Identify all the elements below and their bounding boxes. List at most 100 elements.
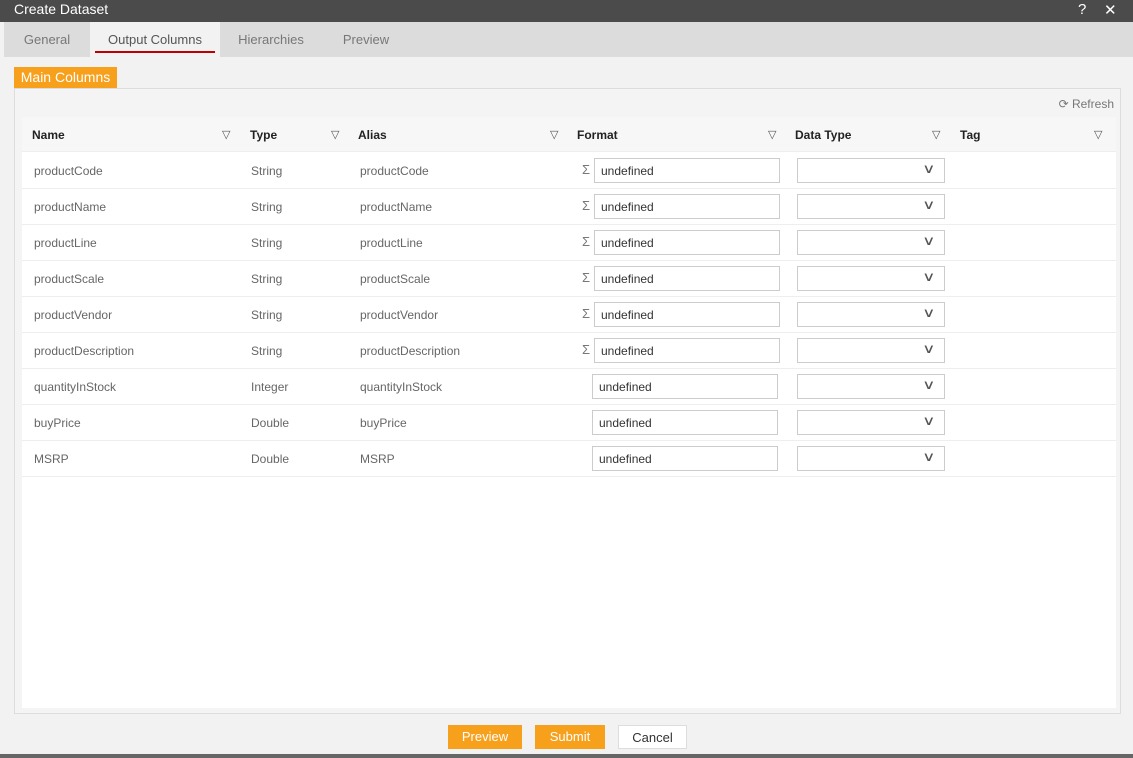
header-name: Name bbox=[32, 128, 65, 142]
data-type-select[interactable]: ∨ bbox=[797, 266, 945, 291]
data-type-select[interactable]: ∨ bbox=[797, 194, 945, 219]
data-type-select[interactable]: ∨ bbox=[797, 158, 945, 183]
column-type: Integer bbox=[251, 380, 289, 394]
sigma-icon[interactable]: Σ bbox=[582, 162, 590, 177]
format-input[interactable] bbox=[594, 194, 780, 219]
columns-table: Name ▽ Type ▽ Alias ▽ Format ▽ Data Type… bbox=[22, 117, 1116, 708]
column-alias: MSRP bbox=[360, 452, 395, 466]
help-icon[interactable]: ? bbox=[1078, 1, 1086, 18]
column-type: String bbox=[251, 236, 283, 250]
sigma-icon[interactable]: Σ bbox=[582, 198, 590, 213]
column-name: productVendor bbox=[34, 308, 113, 322]
preview-button[interactable]: Preview bbox=[448, 725, 522, 749]
column-alias: productVendor bbox=[360, 308, 439, 322]
main-columns-tab[interactable]: Main Columns bbox=[14, 67, 117, 88]
table-row: productName String productName Σ ∨ bbox=[22, 189, 1116, 225]
column-alias: productDescription bbox=[360, 344, 461, 358]
column-alias: productLine bbox=[360, 236, 423, 250]
column-name: productScale bbox=[34, 272, 105, 286]
filter-icon[interactable]: ▽ bbox=[222, 128, 230, 141]
filter-icon[interactable]: ▽ bbox=[1094, 128, 1102, 141]
column-type: String bbox=[251, 200, 283, 214]
column-type: String bbox=[251, 164, 283, 178]
chevron-down-icon: ∨ bbox=[922, 197, 936, 212]
header-format: Format bbox=[577, 128, 618, 142]
column-alias: productScale bbox=[360, 272, 431, 286]
chevron-down-icon: ∨ bbox=[922, 341, 936, 356]
table-row: quantityInStock Integer quantityInStock … bbox=[22, 369, 1116, 405]
data-type-select[interactable]: ∨ bbox=[797, 374, 945, 399]
table-row: MSRP Double MSRP ∨ bbox=[22, 441, 1116, 477]
header-type: Type bbox=[250, 128, 278, 142]
column-name: MSRP bbox=[34, 452, 69, 466]
column-name: productDescription bbox=[34, 344, 135, 358]
header-tag: Tag bbox=[960, 128, 981, 142]
close-icon[interactable]: ✕ bbox=[1104, 1, 1117, 19]
table-row: productVendor String productVendor Σ ∨ bbox=[22, 297, 1116, 333]
columns-panel: ⟳ Refresh Name ▽ Type ▽ Alias ▽ Format ▽… bbox=[14, 88, 1121, 714]
format-input[interactable] bbox=[594, 158, 780, 183]
tab-hierarchies[interactable]: Hierarchies bbox=[220, 22, 322, 57]
table-row: productScale String productScale Σ ∨ bbox=[22, 261, 1116, 297]
data-type-select[interactable]: ∨ bbox=[797, 338, 945, 363]
window-title: Create Dataset bbox=[14, 1, 109, 17]
table-row: productLine String productLine Σ ∨ bbox=[22, 225, 1116, 261]
filter-icon[interactable]: ▽ bbox=[331, 128, 339, 141]
sigma-icon[interactable]: Σ bbox=[582, 234, 590, 249]
bottom-edge bbox=[0, 754, 1133, 758]
tab-general[interactable]: General bbox=[4, 22, 90, 57]
column-type: String bbox=[251, 272, 283, 286]
tab-bar: General Output Columns Hierarchies Previ… bbox=[4, 22, 1133, 57]
tab-output-columns[interactable]: Output Columns bbox=[90, 22, 220, 57]
chevron-down-icon: ∨ bbox=[922, 377, 936, 392]
refresh-button[interactable]: ⟳ Refresh bbox=[1059, 97, 1114, 111]
submit-button[interactable]: Submit bbox=[535, 725, 605, 749]
filter-icon[interactable]: ▽ bbox=[768, 128, 776, 141]
data-type-select[interactable]: ∨ bbox=[797, 230, 945, 255]
column-name: productCode bbox=[34, 164, 103, 178]
format-input[interactable] bbox=[592, 410, 778, 435]
tab-preview[interactable]: Preview bbox=[322, 22, 410, 57]
column-type: Double bbox=[251, 452, 290, 466]
sigma-icon[interactable]: Σ bbox=[582, 306, 590, 321]
chevron-down-icon: ∨ bbox=[922, 269, 936, 284]
format-input[interactable] bbox=[594, 230, 780, 255]
data-type-select[interactable]: ∨ bbox=[797, 302, 945, 327]
column-name: quantityInStock bbox=[34, 380, 117, 394]
column-alias: buyPrice bbox=[360, 416, 407, 430]
format-input[interactable] bbox=[594, 302, 780, 327]
data-type-select[interactable]: ∨ bbox=[797, 446, 945, 471]
table-row: productCode String productCode Σ ∨ bbox=[22, 153, 1116, 189]
chevron-down-icon: ∨ bbox=[922, 305, 936, 320]
filter-icon[interactable]: ▽ bbox=[550, 128, 558, 141]
column-name: productName bbox=[34, 200, 107, 214]
column-type: String bbox=[251, 308, 283, 322]
column-name: buyPrice bbox=[34, 416, 81, 430]
column-type: Double bbox=[251, 416, 290, 430]
format-input[interactable] bbox=[594, 266, 780, 291]
column-alias: quantityInStock bbox=[360, 380, 443, 394]
refresh-icon: ⟳ bbox=[1058, 97, 1069, 111]
column-alias: productName bbox=[360, 200, 433, 214]
data-type-select[interactable]: ∨ bbox=[797, 410, 945, 435]
format-input[interactable] bbox=[592, 374, 778, 399]
chevron-down-icon: ∨ bbox=[922, 161, 936, 176]
column-name: productLine bbox=[34, 236, 97, 250]
table-row: productDescription String productDescrip… bbox=[22, 333, 1116, 369]
table-row: buyPrice Double buyPrice ∨ bbox=[22, 405, 1116, 441]
title-bar: Create Dataset ? ✕ bbox=[0, 0, 1133, 22]
column-type: String bbox=[251, 344, 283, 358]
sigma-icon[interactable]: Σ bbox=[582, 342, 590, 357]
sigma-icon[interactable]: Σ bbox=[582, 270, 590, 285]
header-data-type: Data Type bbox=[795, 128, 852, 142]
format-input[interactable] bbox=[594, 338, 780, 363]
header-alias: Alias bbox=[358, 128, 387, 142]
table-header: Name ▽ Type ▽ Alias ▽ Format ▽ Data Type… bbox=[22, 117, 1116, 152]
column-alias: productCode bbox=[360, 164, 429, 178]
filter-icon[interactable]: ▽ bbox=[932, 128, 940, 141]
chevron-down-icon: ∨ bbox=[922, 413, 936, 428]
format-input[interactable] bbox=[592, 446, 778, 471]
cancel-button[interactable]: Cancel bbox=[618, 725, 687, 749]
chevron-down-icon: ∨ bbox=[922, 233, 936, 248]
chevron-down-icon: ∨ bbox=[922, 449, 936, 464]
